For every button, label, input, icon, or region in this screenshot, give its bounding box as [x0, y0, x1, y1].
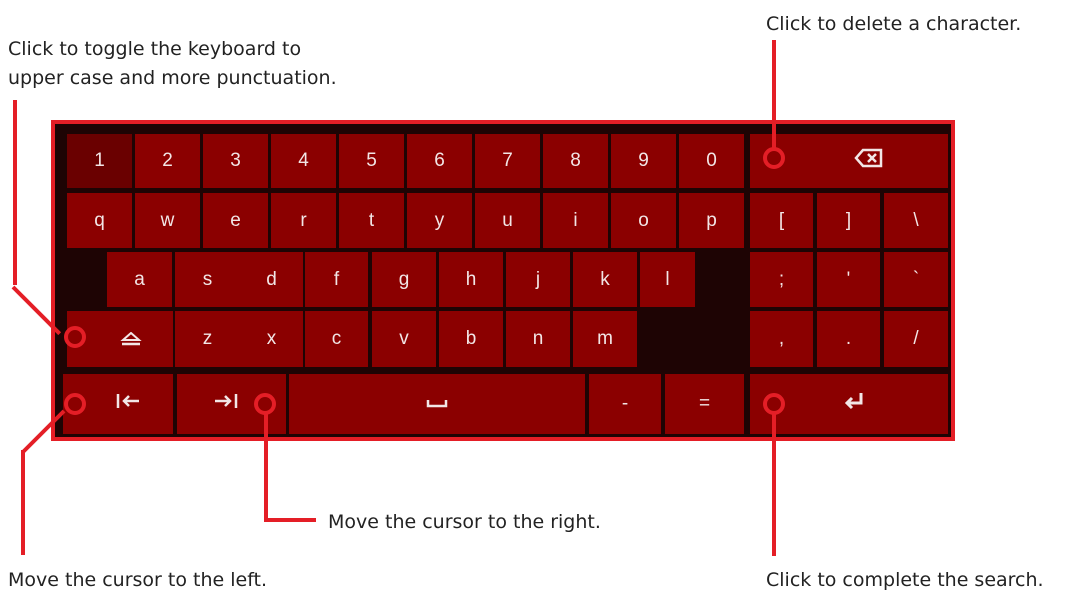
shift-callout-line2: upper case and more punctuation.: [8, 67, 337, 89]
shift-icon: [120, 326, 142, 352]
shift-callout-line1: Click to toggle the keyboard to: [8, 38, 302, 60]
key-8[interactable]: 8: [543, 134, 608, 188]
shift-leader-line: [13, 100, 17, 285]
key-period[interactable]: .: [817, 311, 880, 367]
key-y[interactable]: y: [407, 193, 472, 248]
backspace-icon: [854, 148, 884, 174]
key-comma[interactable]: ,: [750, 311, 813, 367]
key-1[interactable]: 1: [67, 134, 132, 188]
delete-callout: Click to delete a character.: [766, 13, 1022, 35]
cursor-left-icon: [115, 392, 141, 416]
onscreen-keyboard: 1 2 3 4 5 6 7 8 9 0 q w e r t y u i o p …: [51, 120, 955, 441]
key-5[interactable]: 5: [339, 134, 404, 188]
key-a[interactable]: a: [107, 252, 172, 307]
shift-marker: [64, 326, 86, 348]
key-f[interactable]: f: [305, 252, 368, 307]
key-right-bracket[interactable]: ]: [817, 193, 880, 248]
key-k[interactable]: k: [573, 252, 637, 307]
key-7[interactable]: 7: [475, 134, 540, 188]
key-h[interactable]: h: [439, 252, 503, 307]
cursor-left-callout: Move the cursor to the left.: [8, 569, 268, 591]
cursor-right-icon: [213, 392, 239, 416]
key-backslash[interactable]: \: [884, 193, 948, 248]
cursor-left-leader-line: [21, 450, 25, 555]
key-e[interactable]: e: [203, 193, 268, 248]
key-w[interactable]: w: [135, 193, 200, 248]
key-i[interactable]: i: [543, 193, 608, 248]
key-g[interactable]: g: [372, 252, 436, 307]
key-v[interactable]: v: [372, 311, 436, 367]
key-s[interactable]: s: [175, 252, 240, 307]
key-4[interactable]: 4: [271, 134, 336, 188]
key-semicolon[interactable]: ;: [750, 252, 813, 307]
key-t[interactable]: t: [339, 193, 404, 248]
cursor-right-leader-line: [264, 414, 268, 522]
key-n[interactable]: n: [506, 311, 570, 367]
key-backtick[interactable]: `: [884, 252, 948, 307]
key-o[interactable]: o: [611, 193, 676, 248]
key-3[interactable]: 3: [203, 134, 268, 188]
key-m[interactable]: m: [573, 311, 637, 367]
key-d[interactable]: d: [240, 252, 303, 307]
key-apostrophe[interactable]: ': [817, 252, 880, 307]
key-x[interactable]: x: [240, 311, 303, 367]
enter-marker: [763, 393, 785, 415]
key-2[interactable]: 2: [135, 134, 200, 188]
enter-callout: Click to complete the search.: [766, 569, 1044, 591]
key-q[interactable]: q: [67, 193, 132, 248]
enter-leader-line: [772, 414, 776, 556]
key-l[interactable]: l: [640, 252, 695, 307]
enter-icon: [842, 391, 866, 417]
cursor-left-marker: [64, 393, 86, 415]
key-slash[interactable]: /: [884, 311, 948, 367]
delete-leader-line: [772, 40, 776, 152]
key-6[interactable]: 6: [407, 134, 472, 188]
space-key[interactable]: [289, 374, 585, 434]
cursor-right-leader-hline: [264, 518, 316, 522]
key-j[interactable]: j: [506, 252, 570, 307]
cursor-right-marker: [254, 393, 276, 415]
key-z[interactable]: z: [175, 311, 240, 367]
key-b[interactable]: b: [439, 311, 503, 367]
key-0[interactable]: 0: [679, 134, 744, 188]
space-icon: [426, 393, 448, 415]
key-p[interactable]: p: [679, 193, 744, 248]
key-c[interactable]: c: [305, 311, 368, 367]
key-9[interactable]: 9: [611, 134, 676, 188]
key-equals[interactable]: =: [665, 374, 744, 434]
cursor-right-callout: Move the cursor to the right.: [328, 511, 601, 533]
key-r[interactable]: r: [271, 193, 336, 248]
delete-marker: [763, 147, 785, 169]
key-left-bracket[interactable]: [: [750, 193, 813, 248]
key-minus[interactable]: -: [589, 374, 661, 434]
key-u[interactable]: u: [475, 193, 540, 248]
